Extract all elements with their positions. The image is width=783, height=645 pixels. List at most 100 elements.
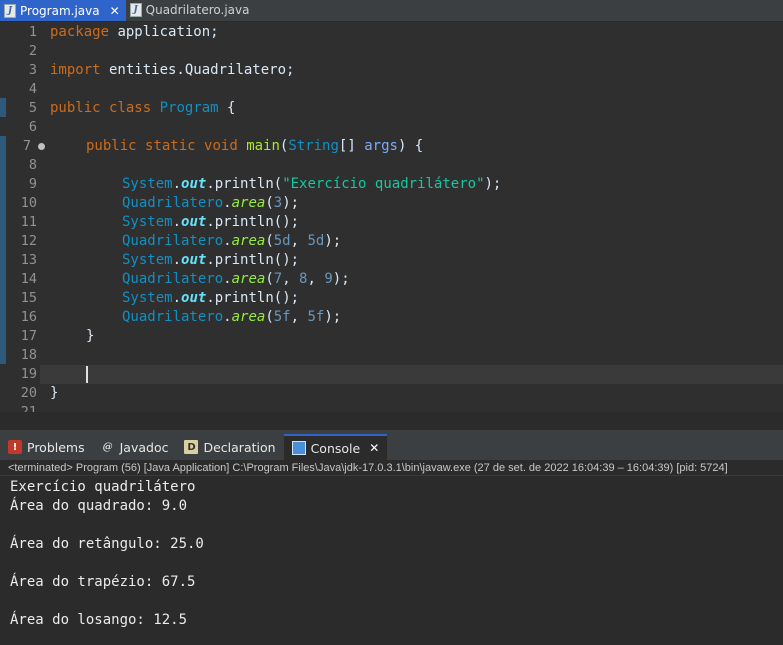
code-text: } [50,385,59,401]
code-line: Quadrilatero.area(5d, 5d); [122,232,341,251]
line-number: 3 [28,62,37,78]
parameter-name: args [364,138,398,154]
tab-declaration[interactable]: D Declaration [176,434,283,460]
class-name: System [122,252,173,268]
code-text: . [206,214,215,230]
code-line: System.out.println(); [122,251,299,270]
code-text: . [223,271,232,287]
console-icon [291,441,306,455]
code-line: Quadrilatero.area(3); [122,194,299,213]
code-text: . [223,309,232,325]
number-literal: 3 [273,195,283,211]
code-editor[interactable]: 1 2 3 4 5 6 7 8 9 10 11 12 13 14 15 16 1… [0,22,783,412]
code-text: ); [324,233,342,249]
code-text: ( [265,195,274,211]
code-text: { [218,100,236,116]
tab-quadrilatero-java[interactable]: J Quadrilatero.java [125,0,256,21]
string-literal: "Exercício quadrilátero" [282,176,485,192]
code-line: public static void main(String[] args) { [86,137,423,156]
line-number: 21 [20,404,37,412]
code-line: import entities.Quadrilatero; [50,61,294,80]
method-fold-icon[interactable] [38,143,45,150]
tab-program-java[interactable]: J Program.java ✕ [0,0,126,21]
static-method-call: area [231,233,266,249]
class-name: System [122,176,173,192]
console-line: Área do retângulo: 25.0 [10,536,204,552]
code-text: . [206,252,215,268]
class-name: System [122,214,173,230]
code-line: } [86,327,94,346]
code-text: . [172,252,182,268]
method-call: println [214,176,274,192]
line-number: 19 [20,366,37,382]
code-text: , [290,309,308,325]
tab-label: Console [310,440,361,456]
line-number: 14 [20,271,37,287]
number-literal: 5f [273,309,291,325]
code-line: public class Program { [50,99,235,118]
code-text: entities.Quadrilatero; [100,62,295,78]
code-text: ( [265,309,274,325]
line-number: 10 [20,195,37,211]
line-number: 2 [28,43,37,59]
code-text: . [206,176,215,192]
code-text: ( [265,271,274,287]
line-number: 8 [28,157,37,173]
method-call: println [214,290,274,306]
console-line: Área do trapézio: 67.5 [10,574,196,590]
line-number: 9 [28,176,37,192]
code-line: System.out.println(); [122,213,299,232]
static-method-call: area [231,195,266,211]
code-text: . [172,290,182,306]
keyword: import [50,62,101,78]
class-name: System [122,290,173,306]
code-text: , [290,233,308,249]
class-name: Quadrilatero [122,195,224,211]
tab-label: Program.java [20,4,100,18]
console-line: Área do quadrado: 9.0 [10,498,188,514]
close-icon[interactable]: ✕ [369,441,379,455]
code-text: . [223,195,232,211]
keyword: static [145,138,196,154]
code-text: (); [273,290,300,306]
code-text: ( [265,233,274,249]
code-text: ); [484,176,502,192]
class-name: String [288,138,339,154]
code-line: } [50,384,58,403]
keyword: package [50,24,110,40]
console-output[interactable]: Exercício quadrilátero Área do quadrado:… [0,477,783,645]
tab-javadoc[interactable]: @ Javadoc [93,434,177,460]
problems-icon: ! [8,440,22,454]
code-line: System.out.println("Exercício quadriláte… [122,175,501,194]
static-field: out [181,290,207,306]
code-text: (); [273,252,300,268]
tab-console[interactable]: Console ✕ [283,434,388,460]
keyword: public [86,138,137,154]
declaration-icon: D [184,440,199,454]
line-number: 12 [20,233,37,249]
code-text: application; [109,24,219,40]
code-text: . [172,214,182,230]
close-icon[interactable]: ✕ [110,4,120,18]
code-text: , [282,271,300,287]
method-name: main [246,138,280,154]
tab-label: Javadoc [119,439,169,455]
static-method-call: area [231,271,266,287]
tab-label: Quadrilatero.java [145,3,250,17]
code-text: ); [282,195,300,211]
java-file-icon: J [129,3,142,17]
code-line: Quadrilatero.area(5f, 5f); [122,308,341,327]
code-text: ) { [397,138,424,154]
static-method-call: area [231,309,266,325]
text-cursor [86,366,88,383]
tab-label: Problems [27,439,85,455]
console-status-line: <terminated> Program (56) [Java Applicat… [0,460,783,476]
number-literal: 5d [273,233,291,249]
line-number: 16 [20,309,37,325]
class-name: Program [159,100,219,116]
line-number: 5 [28,100,37,116]
method-call: println [214,252,274,268]
keyword: class [109,100,152,116]
java-file-icon: J [4,4,16,18]
tab-problems[interactable]: ! Problems [0,434,93,460]
